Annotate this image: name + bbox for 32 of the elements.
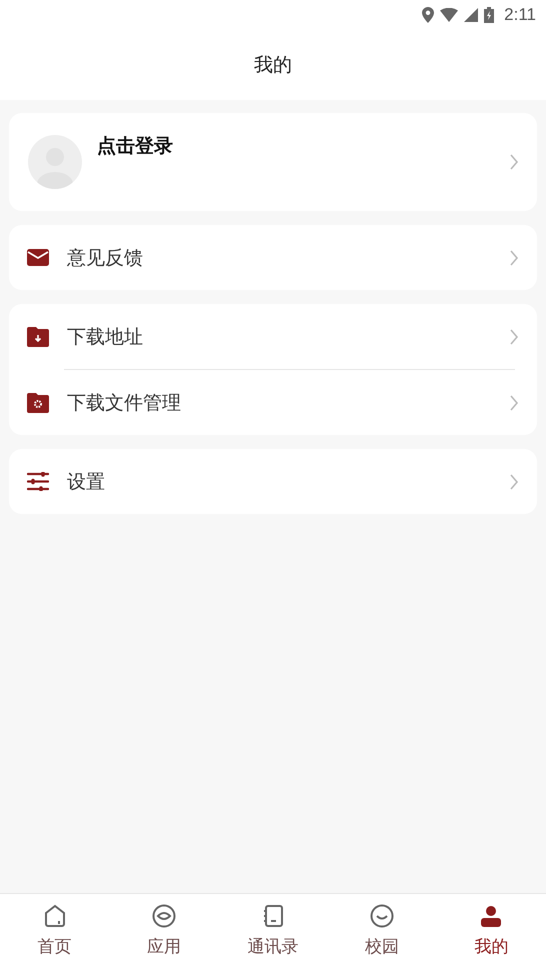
tab-item[interactable]: 应用 xyxy=(109,894,218,968)
chevron-right-icon xyxy=(509,328,519,344)
person-icon xyxy=(479,904,504,928)
notebook-icon xyxy=(261,904,285,928)
menu-item[interactable]: 下载地址 xyxy=(9,304,537,369)
tab-item[interactable]: 我的 xyxy=(436,894,546,968)
signal-icon xyxy=(464,8,478,22)
avatar-icon xyxy=(27,134,83,190)
eye-circle-icon xyxy=(152,904,176,928)
login-label: 点击登录 xyxy=(97,134,174,159)
clock-time: 2:11 xyxy=(504,5,536,25)
menu-item[interactable]: 意见反馈 xyxy=(9,225,537,290)
page-title: 我的 xyxy=(254,53,292,78)
folder-download-icon xyxy=(27,326,49,346)
profile-card[interactable]: 点击登录 xyxy=(9,113,537,211)
folder-gear-icon xyxy=(27,392,49,412)
smiley-icon xyxy=(370,904,394,928)
sliders-icon xyxy=(27,472,49,491)
menu-item[interactable]: 下载文件管理 xyxy=(9,370,537,435)
chevron-right-icon xyxy=(509,250,519,266)
home-icon xyxy=(42,904,67,928)
wifi-icon xyxy=(440,8,458,22)
envelope-icon xyxy=(27,249,49,266)
location-icon xyxy=(422,7,434,23)
menu-item[interactable]: 设置 xyxy=(9,449,537,514)
chevron-right-icon xyxy=(509,394,519,410)
tab-item[interactable]: 校园 xyxy=(328,894,437,968)
chevron-right-icon xyxy=(509,154,519,170)
tab-item[interactable]: 通讯录 xyxy=(218,894,328,968)
tab-item[interactable]: 首页 xyxy=(0,894,110,968)
chevron-right-icon xyxy=(509,474,519,490)
battery-icon xyxy=(484,7,494,23)
